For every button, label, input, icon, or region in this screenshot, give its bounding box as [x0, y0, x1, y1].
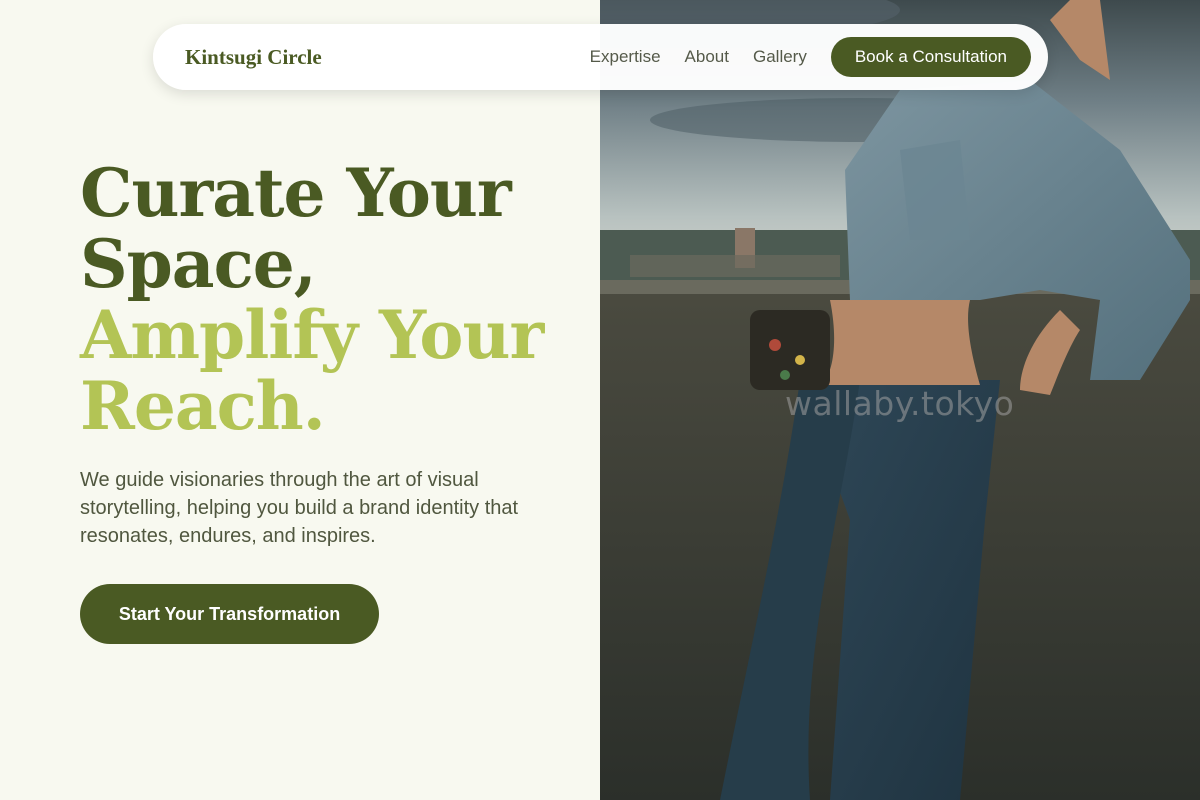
headline-line-1: Curate Your: [80, 154, 512, 232]
nav-link-expertise[interactable]: Expertise: [590, 47, 661, 67]
top-navbar: Kintsugi Circle Expertise About Gallery …: [153, 24, 1048, 90]
hero-headline: Curate Your Space, Amplify Your Reach.: [80, 158, 580, 442]
headline-line-3: Amplify Your: [80, 296, 544, 374]
brand-logo[interactable]: Kintsugi Circle: [185, 45, 322, 70]
hero-section: Curate Your Space, Amplify Your Reach. W…: [80, 158, 580, 550]
nav-link-about[interactable]: About: [685, 47, 729, 67]
nav-links: Expertise About Gallery Book a Consultat…: [590, 37, 1031, 77]
nav-link-gallery[interactable]: Gallery: [753, 47, 807, 67]
start-transformation-button[interactable]: Start Your Transformation: [80, 584, 379, 644]
hero-photo: wallaby.tokyo: [600, 0, 1200, 800]
hero-description: We guide visionaries through the art of …: [80, 469, 519, 547]
book-consultation-button[interactable]: Book a Consultation: [830, 37, 1031, 77]
photo-watermark: wallaby.tokyo: [785, 384, 1015, 423]
headline-line-2: Space,: [80, 225, 317, 303]
headline-line-4: Reach.: [80, 367, 326, 445]
